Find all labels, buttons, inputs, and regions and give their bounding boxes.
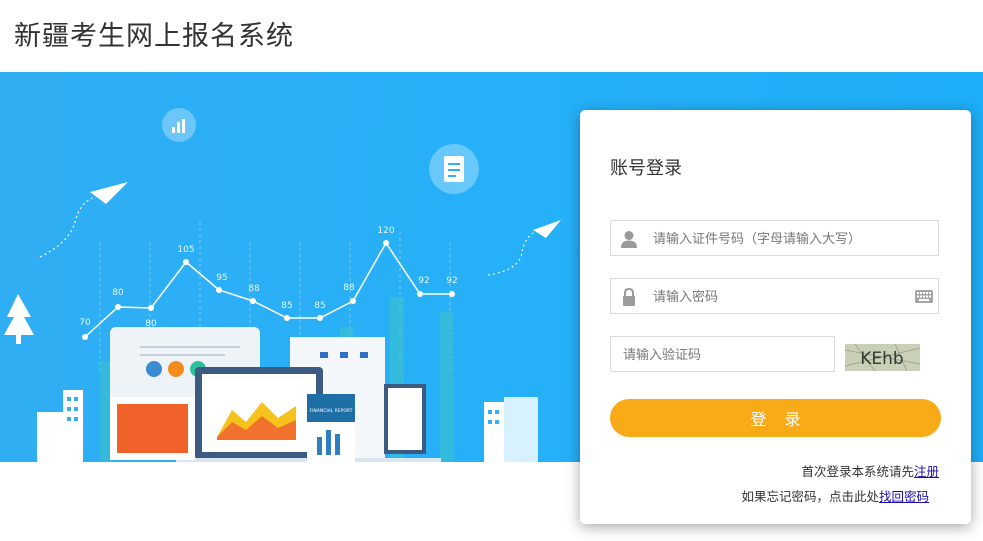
password-field[interactable] <box>610 278 939 315</box>
chart-label: 70 <box>79 318 91 328</box>
chart-label: 85 <box>314 301 325 311</box>
chart-label: 80 <box>112 288 124 298</box>
forgot-hint: 如果忘记密码，点击此处找回密码 <box>741 486 929 505</box>
keyboard-icon[interactable] <box>915 290 933 303</box>
captcha-image[interactable]: KEhb <box>845 344 920 371</box>
register-hint: 首次登录本系统请先注册 <box>801 461 939 480</box>
bar-chart-icon <box>162 108 196 142</box>
tree-icon <box>4 294 34 344</box>
login-button[interactable]: 登录 <box>610 399 941 437</box>
login-title: 账号登录 <box>610 158 682 179</box>
register-prompt: 首次登录本系统请先 <box>801 464 914 479</box>
chart-label: 85 <box>281 301 292 311</box>
id-number-input[interactable] <box>651 221 935 257</box>
chart-label: 120 <box>377 226 394 236</box>
chart-label: 88 <box>343 283 355 293</box>
user-icon <box>621 231 637 248</box>
chart-label: 105 <box>177 245 194 255</box>
chart-label: 88 <box>248 284 260 294</box>
financial-report-label: FINANCIAL REPORT <box>310 408 353 414</box>
forgot-password-link[interactable]: 找回密码 <box>879 489 929 504</box>
id-number-field[interactable] <box>610 220 939 257</box>
chart-label: 92 <box>418 276 429 286</box>
page-header: 新疆考生网上报名系统 <box>0 0 983 72</box>
captcha-field[interactable] <box>610 336 835 373</box>
chart-label: 92 <box>446 276 457 286</box>
site-title: 新疆考生网上报名系统 <box>14 21 294 52</box>
captcha-input[interactable] <box>621 337 830 373</box>
forgot-prompt: 如果忘记密码，点击此处 <box>741 489 879 504</box>
lock-icon <box>623 287 635 306</box>
login-card: 账号登录 KEhb 登录 <box>580 110 971 524</box>
register-link[interactable]: 注册 <box>914 464 939 479</box>
password-input[interactable] <box>651 279 905 315</box>
chart-label: 95 <box>216 273 227 283</box>
captcha-text: KEhb <box>860 349 903 369</box>
document-icon <box>429 144 479 194</box>
